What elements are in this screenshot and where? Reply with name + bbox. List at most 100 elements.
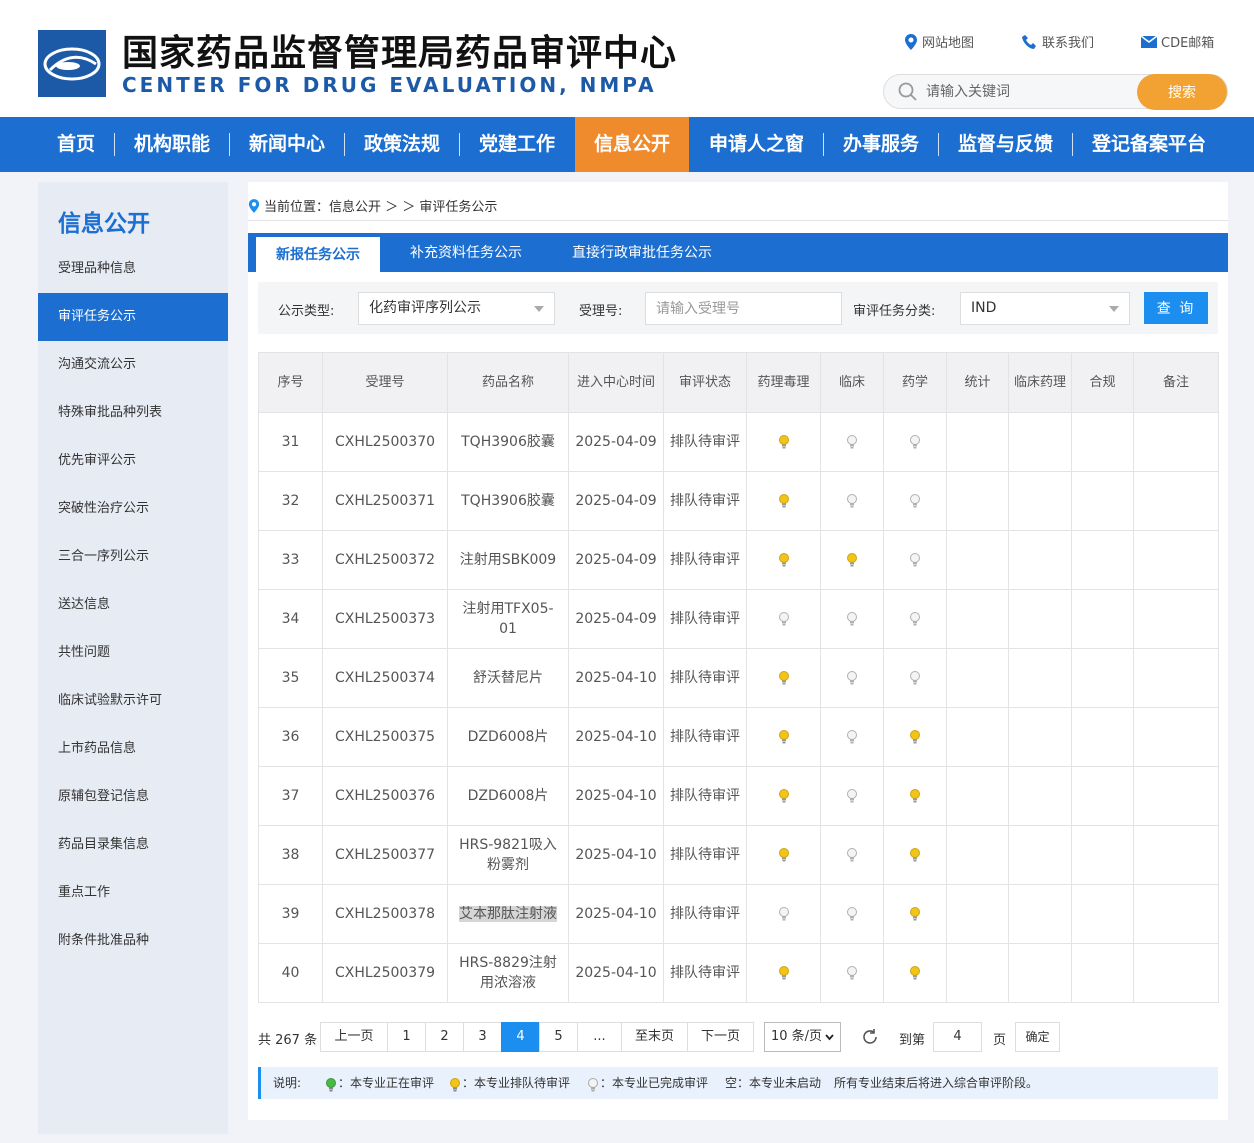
tab-direct-approval-tasks[interactable]: 直接行政审批任务公示 xyxy=(552,233,732,272)
category-select[interactable]: IND xyxy=(960,292,1130,325)
cell-pharm-tox xyxy=(746,412,821,472)
cell-drug-name: HRS-8829注射用浓溶液 xyxy=(447,943,569,1003)
cell-statistics xyxy=(946,943,1009,1003)
cell-drug-name: TQH3906胶囊 xyxy=(447,471,569,531)
page-1-button[interactable]: 1 xyxy=(387,1022,426,1052)
cell-pharmacy xyxy=(883,471,947,531)
cell-accept-number-text: CXHL2500371 xyxy=(334,493,436,509)
cell-review-status-text: 排队待审评 xyxy=(670,965,740,981)
sidebar-item-common-issues[interactable]: 共性问题 xyxy=(38,629,228,677)
cell-no: 32 xyxy=(258,471,323,531)
cell-review-status: 排队待审评 xyxy=(663,412,747,472)
cell-statistics xyxy=(946,884,1009,944)
query-button[interactable]: 查 询 xyxy=(1144,292,1208,324)
sidebar-item-implied-permission[interactable]: 临床试验默示许可 xyxy=(38,677,228,725)
last-page-button[interactable]: 至末页 xyxy=(621,1022,688,1052)
nav-news[interactable]: 新闻中心 xyxy=(230,117,344,172)
search-button[interactable]: 搜索 xyxy=(1137,74,1227,110)
cell-clinical-pharmacology xyxy=(1008,589,1072,649)
sidebar-item-conditional-approval[interactable]: 附条件批准品种 xyxy=(38,917,228,965)
legend-note: 所有专业结束后将进入综合审评阶段。 xyxy=(834,1076,1039,1090)
sidebar-item-special-approval[interactable]: 特殊审批品种列表 xyxy=(38,389,228,437)
review-task-table: 序号 受理号 药品名称 进入中心时间 审评状态 药理毒理 临床 药学 统计 临床… xyxy=(258,352,1219,1003)
sidebar-item-breakthrough[interactable]: 突破性治疗公示 xyxy=(38,485,228,533)
cell-statistics xyxy=(946,707,1009,767)
chevron-down-icon xyxy=(1109,306,1119,312)
sidebar-item-priority-review[interactable]: 优先审评公示 xyxy=(38,437,228,485)
gray-bulb-icon xyxy=(846,729,858,745)
nav-party[interactable]: 党建工作 xyxy=(460,117,574,172)
tab-new-tasks[interactable]: 新报任务公示 xyxy=(256,237,380,272)
gray-bulb-icon xyxy=(909,493,921,509)
sidebar-item-marketed-drugs[interactable]: 上市药品信息 xyxy=(38,725,228,773)
cell-clinical xyxy=(820,707,884,767)
sitemap-link[interactable]: 网站地图 xyxy=(904,32,974,51)
cell-clinical xyxy=(820,471,884,531)
sidebar-item-excipient-registration[interactable]: 原辅包登记信息 xyxy=(38,773,228,821)
nav-info-public[interactable]: 信息公开 xyxy=(575,117,689,172)
location-pin-icon xyxy=(248,198,260,213)
sidebar-item-drug-catalog[interactable]: 药品目录集信息 xyxy=(38,821,228,869)
prev-page-button[interactable]: 上一页 xyxy=(320,1022,388,1052)
cell-remarks xyxy=(1133,825,1219,885)
cell-entry-time: 2025-04-10 xyxy=(568,766,664,826)
yellow-bulb-icon xyxy=(846,552,858,568)
page-ellipsis[interactable]: ... xyxy=(577,1022,622,1052)
cell-compliance xyxy=(1071,589,1134,649)
next-page-button[interactable]: 下一页 xyxy=(687,1022,754,1052)
cell-entry-time-text: 2025-04-09 xyxy=(575,493,657,509)
cell-accept-number-text: CXHL2500376 xyxy=(334,788,436,804)
cell-drug-name-text: 注射用TFX05-01 xyxy=(462,601,554,637)
page-2-button[interactable]: 2 xyxy=(425,1022,464,1052)
cell-accept-number: CXHL2500374 xyxy=(322,648,448,708)
sidebar-item-review-tasks[interactable]: 审评任务公示 xyxy=(38,293,228,341)
cell-remarks xyxy=(1133,943,1219,1003)
goto-page-input[interactable]: 4 xyxy=(933,1022,982,1052)
page-5-button[interactable]: 5 xyxy=(539,1022,578,1052)
cell-accept-number-text: CXHL2500377 xyxy=(334,847,436,863)
nav-feedback[interactable]: 监督与反馈 xyxy=(939,117,1072,172)
page-4-button[interactable]: 4 xyxy=(501,1022,540,1052)
contact-link[interactable]: 联系我们 xyxy=(1022,32,1094,51)
type-select[interactable]: 化药审评序列公示 xyxy=(358,292,555,325)
yellow-bulb-icon xyxy=(778,788,790,804)
search-input[interactable] xyxy=(926,81,1126,103)
cell-remarks xyxy=(1133,648,1219,708)
cde-logo[interactable] xyxy=(38,30,106,97)
cell-compliance xyxy=(1071,943,1134,1003)
sidebar-item-delivery[interactable]: 送达信息 xyxy=(38,581,228,629)
cell-compliance xyxy=(1071,648,1134,708)
cell-compliance xyxy=(1071,766,1134,826)
site-header: 国家药品监督管理局药品审评中心 CENTER FOR DRUG EVALUATI… xyxy=(0,0,1254,117)
goto-confirm-button[interactable]: 确定 xyxy=(1015,1022,1060,1052)
cell-clinical-pharmacology xyxy=(1008,943,1072,1003)
accept-number-input[interactable] xyxy=(645,292,842,325)
cell-remarks xyxy=(1133,471,1219,531)
cell-drug-name-text: HRS-8829注射用浓溶液 xyxy=(459,955,557,991)
cell-pharm-tox xyxy=(746,943,821,1003)
sidebar-item-communication[interactable]: 沟通交流公示 xyxy=(38,341,228,389)
nav-registration[interactable]: 登记备案平台 xyxy=(1073,117,1225,172)
refresh-icon[interactable] xyxy=(861,1028,879,1046)
page-size-select[interactable]: 10 条/页 xyxy=(764,1022,841,1052)
page-3-button[interactable]: 3 xyxy=(463,1022,502,1052)
nav-home[interactable]: 首页 xyxy=(38,117,114,172)
cell-clinical-pharmacology xyxy=(1008,530,1072,590)
sidebar-item-accepted-varieties[interactable]: 受理品种信息 xyxy=(38,245,228,293)
cell-pharm-tox xyxy=(746,884,821,944)
nav-policy[interactable]: 政策法规 xyxy=(345,117,459,172)
tab-supplement-tasks[interactable]: 补充资料任务公示 xyxy=(392,233,540,272)
phone-icon xyxy=(1022,34,1036,49)
cell-pharmacy xyxy=(883,766,947,826)
nav-applicant[interactable]: 申请人之窗 xyxy=(690,117,823,172)
cell-pharmacy xyxy=(883,943,947,1003)
nav-services[interactable]: 办事服务 xyxy=(824,117,938,172)
cell-review-status: 排队待审评 xyxy=(663,825,747,885)
nav-functions[interactable]: 机构职能 xyxy=(115,117,229,172)
gray-bulb-icon xyxy=(846,670,858,686)
sidebar-item-key-work[interactable]: 重点工作 xyxy=(38,869,228,917)
cell-review-status: 排队待审评 xyxy=(663,530,747,590)
sidebar-item-three-in-one[interactable]: 三合一序列公示 xyxy=(38,533,228,581)
mail-icon xyxy=(1141,35,1157,48)
cde-mail-link[interactable]: CDE邮箱 xyxy=(1141,32,1214,51)
